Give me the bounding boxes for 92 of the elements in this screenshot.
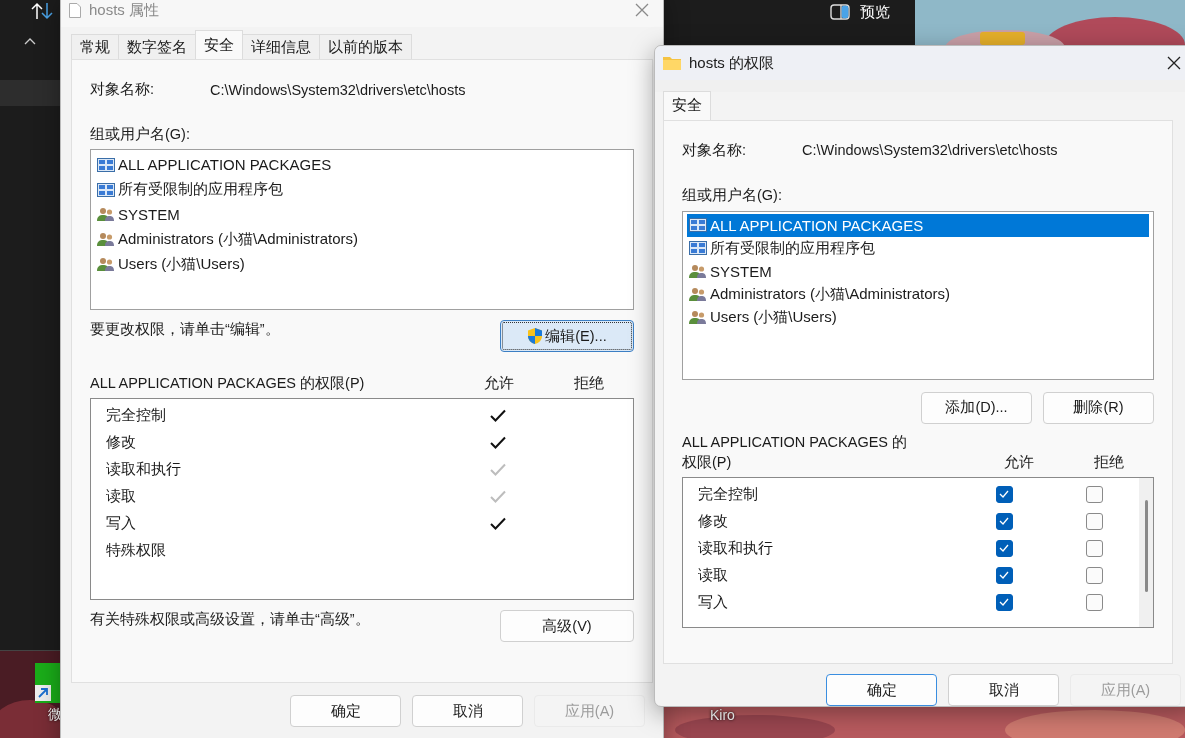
users-icon <box>97 257 115 272</box>
tab[interactable]: 安全 <box>663 90 711 120</box>
shortcut-arrow-icon <box>35 685 51 701</box>
checkmark-icon <box>490 436 506 449</box>
preview-button[interactable]: 预览 <box>830 0 890 24</box>
permission-name: 修改 <box>698 511 729 531</box>
scrollbar[interactable] <box>1139 477 1153 627</box>
permission-name: 读取和执行 <box>698 538 774 558</box>
group-item[interactable]: Users (小猫\Users) <box>687 305 1149 329</box>
panel-icon <box>830 4 850 20</box>
checkmark-icon <box>999 571 1009 580</box>
advanced-button[interactable]: 高级(V) <box>500 610 634 642</box>
allow-header: 允许 <box>483 374 515 393</box>
group-item[interactable]: 所有受限制的应用程序包 <box>95 177 629 202</box>
users-icon <box>689 286 707 302</box>
checkmark-icon <box>999 490 1009 499</box>
shield-icon <box>527 327 544 345</box>
users-icon <box>97 232 115 247</box>
allow-checkbox[interactable] <box>995 485 1013 503</box>
permission-name: 完全控制 <box>106 406 167 425</box>
checkmark-icon <box>490 517 506 530</box>
remove-button[interactable]: 删除(R) <box>1043 391 1154 424</box>
checkmark-icon <box>490 409 506 422</box>
checkmark-icon <box>490 490 506 503</box>
permissions-label: ALL APPLICATION PACKAGES 的权限(P) <box>90 374 366 393</box>
tab[interactable]: 常规 <box>71 34 119 59</box>
package-icon <box>97 182 115 197</box>
groups-label: 组或用户名(G): <box>90 125 190 144</box>
checkmark-icon <box>490 463 506 476</box>
permission-name: 读取 <box>698 565 729 585</box>
permission-name: 完全控制 <box>698 484 759 504</box>
dialog-button[interactable]: 确定 <box>826 674 937 706</box>
group-item[interactable]: Administrators (小猫\Administrators) <box>687 282 1149 306</box>
deny-checkbox[interactable] <box>1085 593 1103 611</box>
deny-checkbox[interactable] <box>1085 512 1103 530</box>
folder-icon <box>663 56 681 70</box>
dialog-button[interactable]: 取消 <box>948 674 1059 706</box>
deny-checkbox[interactable] <box>1085 566 1103 584</box>
deny-header: 拒绝 <box>1093 452 1125 472</box>
group-item[interactable]: SYSTEM <box>95 202 629 227</box>
object-name-label: 对象名称: <box>682 140 748 160</box>
package-icon <box>689 241 707 256</box>
group-item[interactable]: ALL APPLICATION PACKAGES <box>95 152 629 177</box>
group-list[interactable]: ALL APPLICATION PACKAGES 所有受限制的应用程序包 SYSTEM Administrators (小猫\Administrators) Users (小猫\Users) <box>682 210 1154 380</box>
permission-name: 修改 <box>106 433 137 452</box>
chevron-up-icon[interactable] <box>24 38 36 45</box>
group-item[interactable]: SYSTEM <box>687 259 1149 283</box>
package-icon <box>689 218 707 233</box>
sort-icon[interactable] <box>31 2 53 20</box>
dialog-button[interactable]: 确定 <box>290 695 401 727</box>
object-path: C:\Windows\System32\drivers\etc\hosts <box>802 142 1058 159</box>
dialog-button[interactable]: 取消 <box>412 695 523 727</box>
deny-header: 拒绝 <box>573 374 605 393</box>
object-path: C:\Windows\System32\drivers\etc\hosts <box>210 81 466 98</box>
allow-checkbox[interactable] <box>995 512 1013 530</box>
group-item[interactable]: Users (小猫\Users) <box>95 252 629 277</box>
allow-checkbox[interactable] <box>995 539 1013 557</box>
checkmark-icon <box>999 598 1009 607</box>
permission-name: 写入 <box>698 592 729 612</box>
allow-header: 允许 <box>1003 452 1035 472</box>
desktop-icon-label[interactable]: 微 <box>48 706 62 724</box>
tab[interactable]: 安全 <box>195 30 243 59</box>
allow-checkbox[interactable] <box>995 566 1013 584</box>
add-button[interactable]: 添加(D)... <box>921 391 1032 424</box>
group-item[interactable]: Administrators (小猫\Administrators) <box>95 227 629 252</box>
permission-name: 读取和执行 <box>106 460 182 479</box>
users-icon <box>689 263 707 279</box>
object-name-label: 对象名称: <box>90 80 156 99</box>
checkmark-icon <box>999 517 1009 526</box>
permission-name: 写入 <box>106 514 137 533</box>
permission-name: 读取 <box>106 487 137 506</box>
edit-button[interactable]: 编辑(E)... <box>500 320 634 352</box>
window-title: hosts 属性 <box>89 0 161 20</box>
desktop-icon-label[interactable]: Kiro <box>710 707 735 723</box>
deny-checkbox[interactable] <box>1085 539 1103 557</box>
tab[interactable]: 以前的版本 <box>319 34 412 59</box>
permissions-label: ALL APPLICATION PACKAGES 的权限(P) <box>682 432 909 472</box>
advanced-hint: 有关特殊权限或高级设置，请单击“高级”。 <box>90 610 370 629</box>
deny-checkbox[interactable] <box>1085 485 1103 503</box>
permission-name: 特殊权限 <box>106 541 167 560</box>
allow-checkbox[interactable] <box>995 593 1013 611</box>
group-list[interactable]: ALL APPLICATION PACKAGES 所有受限制的应用程序包 SYSTEM Administrators (小猫\Administrators) Users (小猫\Users) <box>90 149 634 310</box>
edit-hint: 要更改权限，请单击“编辑”。 <box>90 320 280 339</box>
group-item[interactable]: 所有受限制的应用程序包 <box>687 236 1149 260</box>
groups-label: 组或用户名(G): <box>682 185 782 205</box>
window-title: hosts 的权限 <box>689 53 776 73</box>
users-icon <box>689 309 707 325</box>
checkmark-icon <box>999 544 1009 553</box>
package-icon <box>97 157 115 172</box>
users-icon <box>97 207 115 222</box>
group-item[interactable]: ALL APPLICATION PACKAGES <box>687 213 1149 237</box>
close-icon[interactable] <box>1167 56 1181 70</box>
